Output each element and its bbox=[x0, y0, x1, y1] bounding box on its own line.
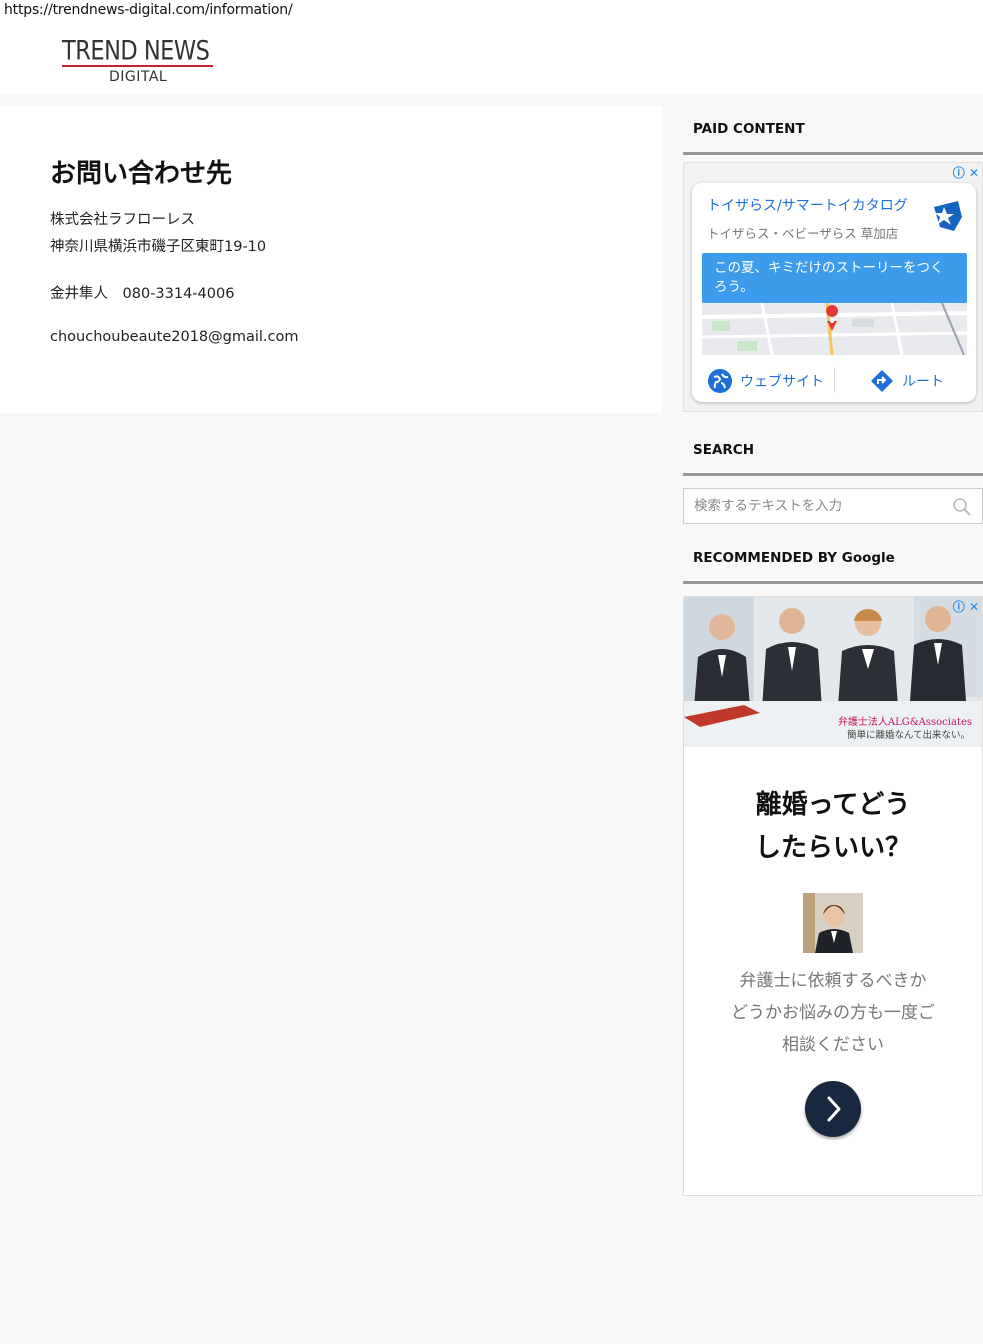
ad-title[interactable]: トイザらス/サマートイカタログ bbox=[707, 195, 908, 215]
website-button[interactable]: ウェブサイト bbox=[708, 369, 824, 393]
ad-body-line3: 相談ください bbox=[782, 1035, 884, 1055]
ad-body-line1: 弁護士に依頼するべきか bbox=[739, 971, 927, 991]
website-button-label: ウェブサイト bbox=[740, 374, 824, 390]
route-button-label: ルート bbox=[902, 374, 944, 390]
ad-button-divider bbox=[834, 367, 835, 393]
recommended-title: RECOMMENDED BY Google bbox=[693, 550, 895, 566]
map-ad-card[interactable]: トイザらス/サマートイカタログ トイザらス・ベビーザらス 草加店 この夏、キミだ… bbox=[692, 183, 976, 402]
company-name: 株式会社ラフローレス bbox=[50, 212, 195, 228]
lawyer-ad[interactable]: 弁護士法人ALG&Associates 簡単に離婚なんて出来ない。 ⓘ ✕ 離婚… bbox=[683, 596, 983, 1196]
logo-title: TREND NEWS bbox=[62, 35, 210, 66]
directions-icon bbox=[871, 370, 893, 392]
logo-subtitle: DIGITAL bbox=[109, 69, 168, 85]
globe-icon bbox=[708, 369, 732, 393]
ad-subtitle: トイザらス・ベビーザらス 草加店 bbox=[707, 226, 899, 241]
ad-headline-line1[interactable]: 離婚ってどう bbox=[684, 783, 982, 827]
ad-map[interactable] bbox=[702, 303, 967, 355]
ad-banner[interactable]: この夏、キミだけのストーリーをつくろう。 bbox=[702, 253, 967, 303]
chevron-right-icon bbox=[827, 1096, 841, 1122]
recommended-heading: RECOMMENDED BY Google bbox=[683, 535, 983, 584]
company-address: 神奈川県横浜市磯子区東町19-10 bbox=[50, 239, 267, 255]
page-title: お問い合わせ先 bbox=[50, 159, 233, 189]
ad-lawyer-portrait[interactable] bbox=[803, 893, 863, 953]
contact-email: chouchoubeaute2018@gmail.com bbox=[50, 329, 299, 345]
site-logo[interactable]: TREND NEWS DIGITAL bbox=[62, 35, 214, 86]
paid-content-title: PAID CONTENT bbox=[693, 121, 805, 137]
article-card: お問い合わせ先 株式会社ラフローレス 神奈川県横浜市磯子区東町19-10 金井隼… bbox=[0, 106, 662, 413]
ad-choices-icon[interactable]: ⓘ ✕ bbox=[953, 164, 979, 181]
ad-body-line2: どうかお悩みの方も一度ご bbox=[731, 1003, 935, 1023]
search-icon[interactable] bbox=[952, 497, 972, 517]
logo-underline bbox=[62, 65, 213, 67]
search-input[interactable] bbox=[684, 489, 944, 523]
map-ad[interactable]: ⓘ ✕ トイザらス/サマートイカタログ トイザらス・ベビーザらス 草加店 この夏… bbox=[683, 162, 983, 412]
search-title: SEARCH bbox=[693, 442, 754, 458]
toysrus-logo-icon bbox=[934, 201, 962, 231]
contact-person: 金井隼人 080-3314-4006 bbox=[50, 286, 235, 302]
route-button[interactable]: ルート bbox=[870, 369, 944, 393]
ad-next-button[interactable] bbox=[805, 1081, 861, 1137]
search-heading: SEARCH bbox=[683, 427, 983, 476]
ad-lawyers-photo[interactable]: 弁護士法人ALG&Associates 簡単に離婚なんて出来ない。 bbox=[684, 597, 982, 747]
ad-firm-tagline: 簡単に離婚なんて出来ない。 bbox=[846, 730, 970, 741]
search-form bbox=[683, 488, 983, 524]
paid-content-heading: PAID CONTENT bbox=[683, 106, 983, 155]
ad-firm-name: 弁護士法人ALG&Associates bbox=[837, 717, 972, 728]
ad-headline-line2[interactable]: したらいい？ bbox=[684, 826, 982, 870]
page-url: https://trendnews-digital.com/informatio… bbox=[4, 2, 293, 18]
ad-choices-icon[interactable]: ⓘ ✕ bbox=[953, 598, 979, 615]
